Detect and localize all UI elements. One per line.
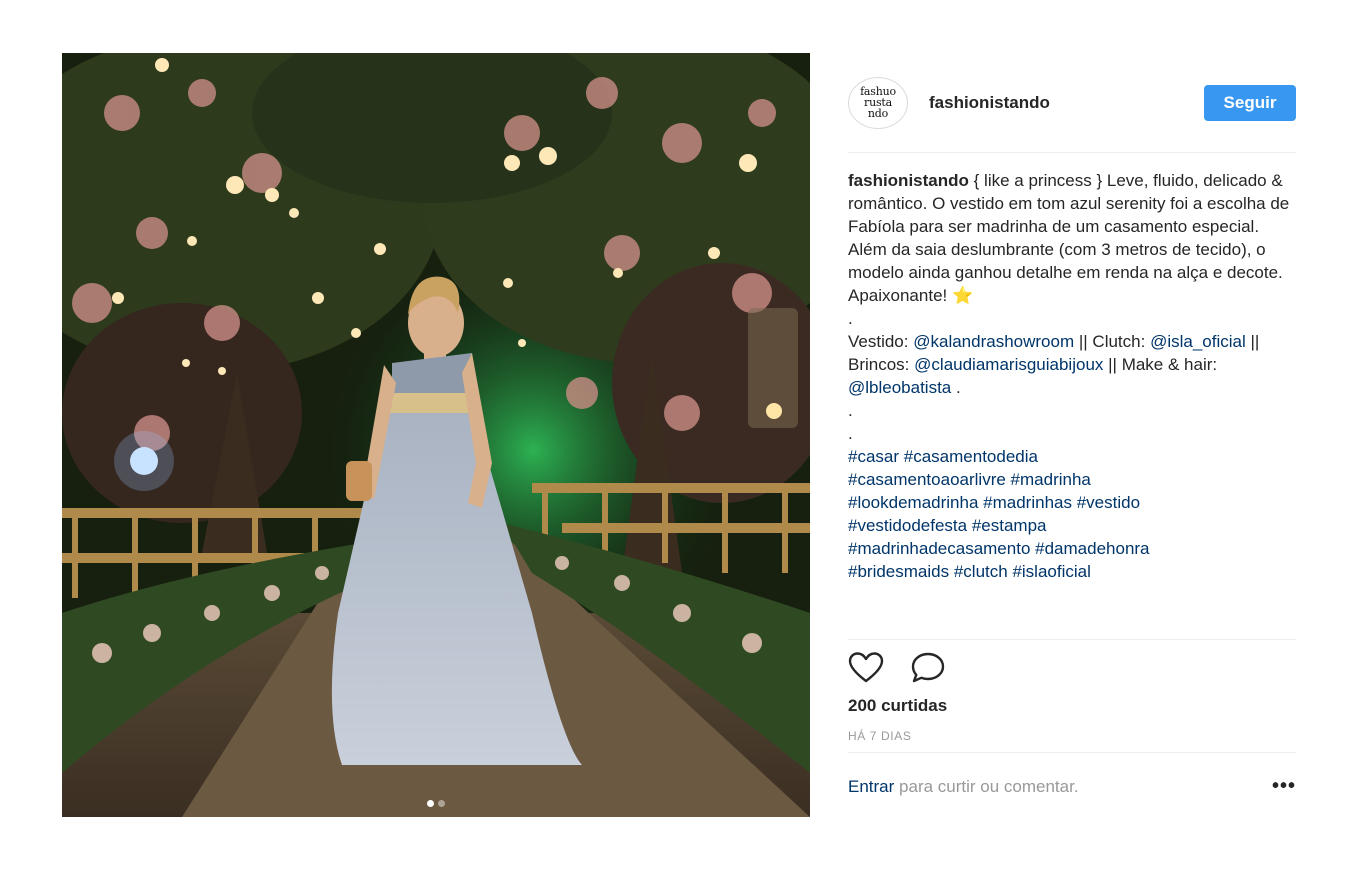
caption-hashtags: #casar #casamentodedia #casamentoaoarliv… — [848, 445, 1296, 583]
hashtag[interactable]: #casar — [848, 447, 899, 466]
header-divider — [848, 152, 1296, 153]
caption-username[interactable]: fashionistando — [848, 171, 969, 190]
login-prompt-text: para curtir ou comentar. — [899, 777, 1079, 796]
mention-kalandrashowroom[interactable]: @kalandrashowroom — [913, 332, 1074, 351]
post-header: fashuo rusta ndo fashionistando Seguir — [848, 75, 1296, 131]
hashtag[interactable]: #islaoficial — [1012, 562, 1090, 581]
caption-divider — [848, 639, 1296, 640]
hashtag[interactable]: #damadehonra — [1035, 539, 1149, 558]
hashtag[interactable]: #madrinha — [1011, 470, 1091, 489]
post-image — [62, 53, 810, 817]
header-username[interactable]: fashionistando — [929, 93, 1050, 113]
caption-body: fashionistando { like a princess } Leve,… — [848, 169, 1296, 307]
hashtag[interactable]: #casamentodedia — [904, 447, 1038, 466]
follow-button[interactable]: Seguir — [1204, 85, 1296, 121]
login-prompt: Entrar para curtir ou comentar. ••• — [848, 775, 1296, 798]
caption-dot-2: . — [848, 401, 853, 420]
avatar-text-3: ndo — [867, 107, 889, 120]
hashtag[interactable]: #vestidodefesta — [848, 516, 967, 535]
likes-count[interactable]: 200 curtidas — [848, 696, 947, 716]
mention-claudiamarisguiabijoux[interactable]: @claudiamarisguiabijoux — [914, 355, 1103, 374]
post-side-panel: fashuo rusta ndo fashionistando Seguir f… — [848, 53, 1296, 817]
credit-end: . — [956, 378, 961, 397]
carousel-indicator — [62, 800, 810, 807]
credit-vestido-label: Vestido: — [848, 332, 909, 351]
hashtag[interactable]: #bridesmaids — [848, 562, 949, 581]
footer-divider — [848, 752, 1296, 753]
hashtag[interactable]: #madrinhadecasamento — [848, 539, 1030, 558]
hashtag[interactable]: #clutch — [954, 562, 1008, 581]
hashtag[interactable]: #lookdemadrinha — [848, 493, 978, 512]
credit-make-label: || Make & hair: — [1108, 355, 1218, 374]
credit-clutch-label: || Clutch: — [1078, 332, 1146, 351]
post-timestamp: HÁ 7 DIAS — [848, 729, 912, 743]
post-caption: fashionistando { like a princess } Leve,… — [848, 169, 1296, 637]
more-options-icon[interactable]: ••• — [1272, 775, 1296, 798]
hashtag[interactable]: #madrinhas — [983, 493, 1072, 512]
comment-icon[interactable] — [910, 651, 946, 685]
carousel-dot-2[interactable] — [438, 800, 445, 807]
caption-dot-1: . — [848, 309, 853, 328]
caption-dot-3: . — [848, 424, 853, 443]
hashtag[interactable]: #vestido — [1077, 493, 1140, 512]
hashtag[interactable]: #estampa — [972, 516, 1047, 535]
mention-lbleobatista[interactable]: @lbleobatista — [848, 378, 951, 397]
avatar[interactable]: fashuo rusta ndo — [848, 77, 908, 129]
caption-credits: Vestido: @kalandrashowroom || Clutch: @i… — [848, 330, 1296, 399]
mention-isla-oficial[interactable]: @isla_oficial — [1150, 332, 1246, 351]
login-link[interactable]: Entrar — [848, 777, 894, 796]
heart-icon[interactable] — [848, 651, 884, 685]
hashtag[interactable]: #casamentoaoarlivre — [848, 470, 1006, 489]
carousel-dot-1[interactable] — [427, 800, 434, 807]
caption-text: { like a princess } Leve, fluido, delica… — [848, 171, 1290, 305]
post-photo[interactable] — [62, 53, 810, 817]
